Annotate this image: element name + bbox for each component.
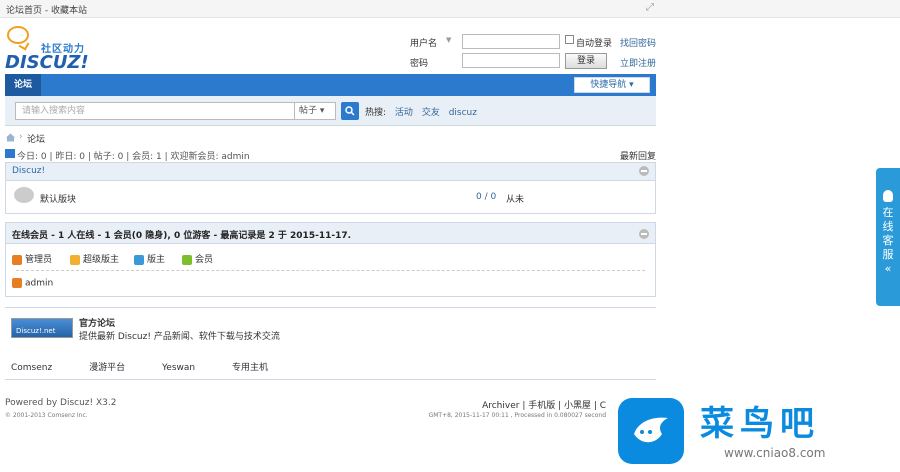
search-button[interactable] <box>341 102 359 120</box>
expand-icon[interactable]: ⤢ <box>646 2 654 13</box>
breadcrumb-current[interactable]: 论坛 <box>27 132 45 145</box>
online-service-button[interactable]: 在线客服 « <box>876 168 900 306</box>
forum-name[interactable]: 默认版块 <box>40 192 76 205</box>
forum-group: Discuz! 默认版块 0 / 0 从未 <box>5 162 656 214</box>
forum-row: 默认版块 0 / 0 从未 <box>6 181 655 213</box>
logo-en-text: DISCUZ! <box>5 52 89 73</box>
link-item[interactable]: Comsenz <box>11 363 52 373</box>
online-title: 在线会员 - 1 人在线 - 1 会员(0 隐身), 0 位游客 - 最高记录是… <box>12 231 352 241</box>
divider <box>16 270 645 271</box>
chevron-down-icon[interactable]: ▼ <box>446 36 451 44</box>
discuz-banner[interactable]: Discuz!.net <box>11 318 73 338</box>
quick-nav-button[interactable]: 快捷导航 ▾ <box>574 77 650 93</box>
admin-user-icon <box>12 278 22 288</box>
hot-link[interactable]: discuz <box>449 108 477 118</box>
register-link[interactable]: 立即注册 <box>620 56 656 69</box>
main-nav: 论坛 快捷导航 ▾ <box>5 74 656 96</box>
auto-login-checkbox[interactable] <box>565 35 574 44</box>
hot-link[interactable]: 交友 <box>422 108 440 118</box>
mod-user-icon <box>134 254 144 265</box>
stats-line: 今日: 0 | 昨日: 0 | 帖子: 0 | 会员: 1 | 欢迎新会员: a… <box>5 148 656 162</box>
forum-count: 0 / 0 <box>476 192 497 202</box>
gmt-info: GMT+8, 2015-11-17 00:11 , Processed in 0… <box>428 412 606 419</box>
powered-by: Powered by Discuz! X3.2 <box>5 398 117 408</box>
collapse-icon[interactable] <box>639 166 649 176</box>
watermark-url: www.cniao8.com <box>724 446 826 460</box>
legend-item: 超级版主 <box>70 252 119 265</box>
online-header: 在线会员 - 1 人在线 - 1 会员(0 隐身), 0 位游客 - 最高记录是… <box>6 222 655 244</box>
site-logo[interactable]: 社区动力 DISCUZ! <box>5 26 115 73</box>
latest-reply-link[interactable]: 最新回复 <box>620 149 656 162</box>
password-input[interactable] <box>462 53 560 68</box>
link-item[interactable]: 专用主机 <box>232 360 268 373</box>
window-title[interactable]: 论坛首页 - 收藏本站 <box>6 3 87 16</box>
search-icon <box>345 106 355 116</box>
online-legend: 管理员 超级版主 版主 会员 <box>6 244 655 272</box>
stats-text: 今日: 0 | 昨日: 0 | 帖子: 0 | 会员: 1 | 欢迎新会员: a… <box>17 152 250 162</box>
link-title[interactable]: 官方论坛 <box>79 316 115 329</box>
page-wrapper: 社区动力 DISCUZ! 用户名 ▼ 密码 自动登录 登录 找回密码 立即注册 … <box>5 18 656 423</box>
copyright: © 2001-2013 Comsenz Inc. <box>5 412 88 419</box>
username-input[interactable] <box>462 34 560 49</box>
legend-item: 会员 <box>182 252 213 265</box>
online-user-list: admin <box>6 272 655 296</box>
online-box: 在线会员 - 1 人在线 - 1 会员(0 隐身), 0 位游客 - 最高记录是… <box>5 222 656 297</box>
collapse-icon[interactable] <box>639 229 649 239</box>
breadcrumb: › 论坛 <box>5 130 656 148</box>
qq-icon <box>883 190 893 202</box>
top-bar: 论坛首页 - 收藏本站 ⤢ <box>0 0 900 18</box>
admin-user-icon <box>12 254 22 265</box>
find-password-link[interactable]: 找回密码 <box>620 36 656 49</box>
username-label: 用户名 <box>410 39 438 49</box>
friend-links: Discuz!.net 官方论坛 提供最新 Discuz! 产品新闻、软件下载与… <box>5 307 656 377</box>
link-item[interactable]: 漫游平台 <box>89 360 125 373</box>
service-label: 在线客服 « <box>882 206 894 275</box>
legend-item: 版主 <box>134 252 165 265</box>
link-desc: 提供最新 Discuz! 产品新闻、软件下载与技术交流 <box>79 332 280 342</box>
tab-forum[interactable]: 论坛 <box>5 74 41 96</box>
forum-group-header: Discuz! <box>6 163 655 181</box>
header: 社区动力 DISCUZ! 用户名 ▼ 密码 自动登录 登录 找回密码 立即注册 <box>5 18 656 74</box>
bird-icon <box>634 417 668 443</box>
search-input[interactable]: 请输入搜索内容 <box>15 102 295 120</box>
supermod-user-icon <box>70 254 80 265</box>
password-label: 密码 <box>410 59 429 69</box>
forum-last: 从未 <box>506 195 525 205</box>
footer-links[interactable]: Archiver | 手机版 | 小黑屋 | C <box>482 398 606 411</box>
link-item[interactable]: Yeswan <box>162 363 195 373</box>
watermark: 菜鸟吧 www.cniao8.com <box>614 390 900 472</box>
login-form: 用户名 ▼ 密码 自动登录 登录 找回密码 立即注册 <box>410 34 656 70</box>
login-button[interactable]: 登录 <box>565 53 607 69</box>
forum-group-title[interactable]: Discuz! <box>12 166 45 176</box>
legend-item: 管理员 <box>12 252 52 265</box>
search-bar: 请输入搜索内容 帖子 ▾ 热搜: 活动 交友 discuz <box>5 96 656 126</box>
online-user[interactable]: admin <box>12 278 53 289</box>
hot-link[interactable]: 活动 <box>395 108 413 118</box>
watermark-text: 菜鸟吧 <box>700 404 820 444</box>
member-user-icon <box>182 254 192 265</box>
hot-search: 热搜: 活动 交友 discuz <box>365 108 477 118</box>
chart-icon <box>5 149 15 158</box>
search-type-select[interactable]: 帖子 ▾ <box>294 102 336 120</box>
auto-login-label: 自动登录 <box>576 39 613 49</box>
breadcrumb-separator: › <box>19 132 23 142</box>
link-list: Comsenz 漫游平台 Yeswan 专用主机 <box>11 360 302 373</box>
forum-bubble-icon <box>14 187 34 203</box>
home-icon[interactable] <box>5 133 16 142</box>
footer: Powered by Discuz! X3.2 © 2001-2013 Coms… <box>5 379 656 423</box>
